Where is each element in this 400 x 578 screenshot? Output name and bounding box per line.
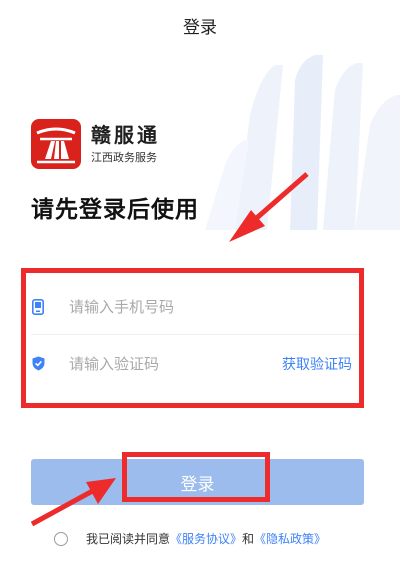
agreement-radio[interactable]: [54, 531, 68, 546]
agreement-row: 我已阅读并同意 《服务协议》 和 《隐私政策》: [54, 530, 326, 547]
login-prompt-heading: 请先登录后使用: [31, 197, 199, 223]
agreement-conjunction: 和: [242, 532, 255, 546]
login-button-label: 登录: [180, 474, 215, 495]
service-agreement-link[interactable]: 《服务协议》: [170, 530, 242, 547]
brand-header: 赣服通 江西政务服务: [31, 119, 160, 169]
phone-input[interactable]: [69, 297, 364, 316]
get-code-button[interactable]: 获取验证码: [282, 354, 352, 374]
brand-subtitle: 江西政务服务: [91, 150, 157, 164]
privacy-policy-link[interactable]: 《隐私政策》: [254, 530, 326, 547]
phone-row: [31, 279, 364, 335]
agreement-prefix: 我已阅读并同意: [86, 532, 171, 546]
skyline-background-graphic: [205, 55, 400, 230]
app-logo: [31, 119, 81, 169]
phone-icon: [31, 298, 45, 315]
login-button[interactable]: 登录: [31, 459, 364, 505]
code-row: 获取验证码: [31, 336, 364, 391]
title-bar: 登录: [0, 0, 400, 50]
verification-code-input[interactable]: [69, 354, 282, 373]
brand-name: 赣服通: [91, 122, 160, 147]
page-title: 登录: [183, 17, 217, 38]
shield-check-icon: [31, 356, 45, 372]
